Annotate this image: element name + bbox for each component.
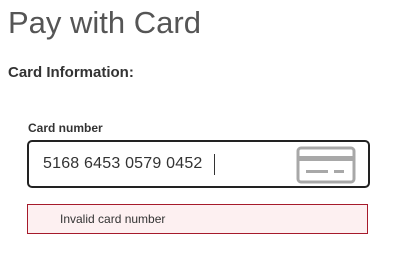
section-title: Card Information:	[8, 64, 134, 81]
error-message-box: Invalid card number	[27, 204, 368, 234]
card-number-field[interactable]	[27, 140, 370, 188]
card-number-input[interactable]	[43, 142, 283, 186]
error-message-text: Invalid card number	[60, 212, 166, 226]
text-caret	[214, 154, 215, 175]
credit-card-icon	[296, 146, 356, 184]
card-number-label: Card number	[28, 121, 103, 135]
page-title: Pay with Card	[8, 5, 201, 40]
